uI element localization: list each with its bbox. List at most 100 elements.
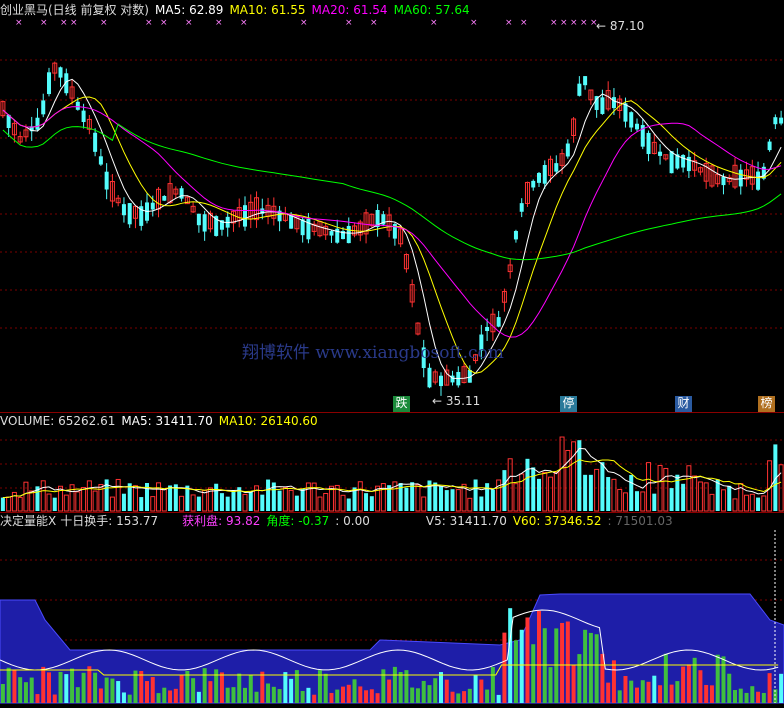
indicator-bar xyxy=(439,672,443,703)
indicator-bar xyxy=(23,682,28,703)
volume-bar-down xyxy=(531,467,536,511)
volume-bar-up xyxy=(40,480,46,512)
volume-bar-down xyxy=(669,488,674,511)
indicator-bar xyxy=(168,690,173,703)
volume-bar-down xyxy=(635,491,639,511)
candle-body-down xyxy=(773,117,778,125)
candle-body-down xyxy=(47,72,51,95)
volume-bar-down xyxy=(266,479,271,511)
event-tag-fall[interactable]: 跌 xyxy=(393,396,410,412)
volume-bar-up xyxy=(69,484,75,512)
event-tag-limit[interactable]: 停 xyxy=(560,396,577,412)
volume-bar-down xyxy=(214,483,219,511)
indicator-bar xyxy=(29,677,34,703)
indicator-bar xyxy=(571,664,576,703)
volume-bar-down xyxy=(502,470,507,511)
candle-body-down xyxy=(346,225,351,244)
indicator-bar xyxy=(196,691,201,703)
indicator-bar xyxy=(341,686,345,703)
indicator-bar xyxy=(548,667,553,703)
indicator-bar xyxy=(761,692,766,703)
indicator-bar xyxy=(271,686,276,703)
volume-bar-up xyxy=(663,467,669,512)
candle-body-down xyxy=(75,101,80,110)
candle-body-down xyxy=(496,317,501,327)
volume-bar-down xyxy=(727,485,732,511)
signal-marker: × xyxy=(60,18,68,28)
signal-marker: × xyxy=(520,18,528,28)
indicator-bar xyxy=(450,691,455,703)
volume-bar-down xyxy=(485,483,490,511)
indicator-bar xyxy=(779,673,784,703)
candle-body-down xyxy=(658,151,663,156)
volume-bar-up xyxy=(202,489,208,512)
indicator-bar xyxy=(502,632,507,703)
indicator-bar xyxy=(629,680,634,703)
volume-bar-up xyxy=(692,475,698,512)
indicator-bar xyxy=(456,693,461,703)
indicator-bar xyxy=(479,679,484,703)
indicator-bar xyxy=(191,678,196,703)
candle-body-down xyxy=(427,367,432,388)
indicator-bar xyxy=(462,691,467,703)
indicator-bar xyxy=(560,622,565,703)
ma20-label: MA20: 61.54 xyxy=(311,3,388,17)
indicator-bar xyxy=(335,689,340,703)
indicator-bar xyxy=(329,692,334,703)
event-tag-list[interactable]: 榜 xyxy=(758,396,775,412)
volume-bar-down xyxy=(300,488,305,511)
indicator-bar xyxy=(162,687,167,703)
volume-bar-down xyxy=(219,493,224,511)
volume-bar-up xyxy=(109,496,115,512)
indicator-bar xyxy=(300,690,305,703)
indicator-bar xyxy=(704,684,709,703)
candle-body-down xyxy=(162,195,167,201)
volume-bar-down xyxy=(231,491,236,511)
signal-marker: × xyxy=(70,18,78,28)
indicator-bar xyxy=(58,671,63,703)
candle-body-down xyxy=(767,141,772,151)
volume-bar-up xyxy=(720,489,726,512)
volume-bar-up xyxy=(340,494,346,512)
indicator-bar xyxy=(173,688,178,703)
indicator-bar xyxy=(6,667,11,703)
volume-bar-up xyxy=(29,490,35,512)
candle-body-down xyxy=(542,165,547,184)
candle-body-down xyxy=(127,203,132,225)
volume-bar-up xyxy=(709,493,715,512)
volume-bar-down xyxy=(525,458,530,511)
candle-body-down xyxy=(635,123,639,130)
volume-bar-up xyxy=(242,493,248,512)
candle-body-down xyxy=(629,112,634,128)
volume-bar-down xyxy=(756,497,761,511)
indicator-bar xyxy=(110,678,115,703)
candle-body-down xyxy=(202,214,207,232)
volume-bar-down xyxy=(473,479,478,511)
indicator-bar xyxy=(531,644,536,703)
volume-bar-up xyxy=(6,496,12,512)
event-tag-finance[interactable]: 财 xyxy=(675,396,692,412)
signal-marker: × xyxy=(185,18,193,28)
volume-ma10-label: MA10: 26140.60 xyxy=(218,414,318,428)
signal-marker: × xyxy=(345,18,353,28)
volume-bar-up xyxy=(323,492,329,512)
indicator-bar xyxy=(525,617,530,703)
indicator-bar xyxy=(744,692,749,703)
volume-bar-down xyxy=(185,485,190,511)
candle-body-down xyxy=(669,151,674,174)
signal-marker: × xyxy=(370,18,378,28)
volume-bar-up xyxy=(115,478,121,512)
indicator-bar xyxy=(658,685,663,703)
indicator-bar xyxy=(594,634,599,703)
indicator-bar xyxy=(81,672,86,703)
indicator-bar xyxy=(116,681,121,703)
indicator-bar xyxy=(243,687,247,703)
candle-body-down xyxy=(554,163,559,172)
signal-marker: × xyxy=(580,18,588,28)
indicator-bar xyxy=(289,678,294,703)
signal-marker: × xyxy=(160,18,168,28)
indicator-name: 决定量能X xyxy=(0,514,57,528)
volume-bar-up xyxy=(81,486,87,512)
indicator-bar xyxy=(433,678,438,703)
volume-bar-down xyxy=(364,493,369,511)
